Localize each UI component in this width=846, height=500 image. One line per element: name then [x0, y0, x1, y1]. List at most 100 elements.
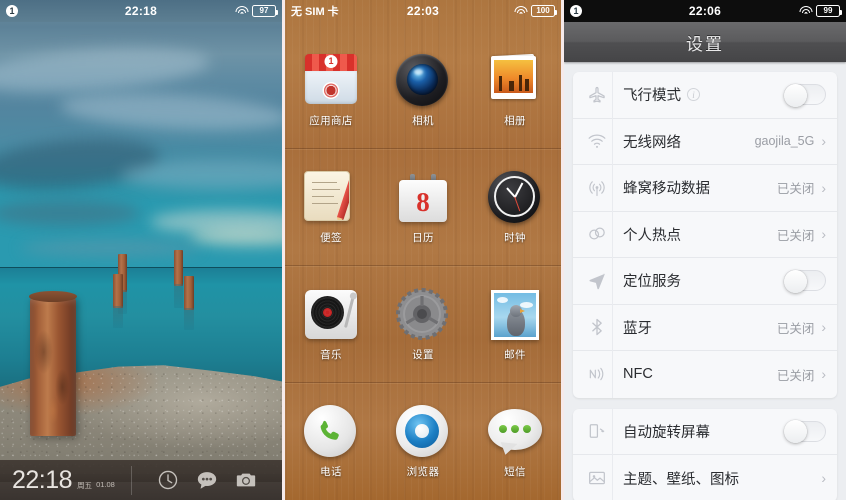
settings-row-label: 无线网络 — [623, 134, 681, 151]
app-label: 时钟 — [504, 231, 526, 244]
lockscreen-date-value: 01.08 — [96, 479, 115, 489]
calendar-icon: 8 — [399, 173, 447, 222]
settings-row-location-services[interactable]: 定位服务 — [573, 257, 837, 305]
messages-icon[interactable] — [196, 469, 218, 491]
bluetooth-icon — [582, 317, 612, 337]
battery-level: 99 — [823, 6, 833, 15]
lockscreen-panel: 1 22:18 97 22:18 周五 01.08 — [0, 0, 282, 500]
lockscreen-bottom-bar: 22:18 周五 01.08 — [0, 460, 282, 500]
wifi-icon — [514, 6, 527, 16]
wifi-icon — [235, 6, 248, 16]
settings-row-auto-rotate[interactable]: 自动旋转屏幕 — [573, 408, 837, 455]
app-label: 便签 — [320, 231, 342, 244]
sim-badge-icon: 1 — [570, 5, 582, 17]
app-icon-appstore[interactable]: 1 应用商店 — [285, 53, 377, 128]
location-icon — [582, 271, 612, 291]
app-icon-camera[interactable]: 相机 — [377, 53, 469, 128]
settings-row-personal-hotspot[interactable]: 个人热点 已关闭 › — [573, 211, 837, 258]
app-icon-music[interactable]: 音乐 — [285, 288, 377, 362]
lockscreen-clock-block: 22:18 周五 01.08 — [0, 465, 132, 495]
app-row: 便签 8 日历 时钟 — [285, 149, 561, 266]
clock-icon[interactable] — [157, 469, 179, 491]
settings-row-bluetooth[interactable]: 蓝牙 已关闭 › — [573, 304, 837, 351]
chevron-right-icon: › — [821, 133, 826, 150]
statusbar-time: 22:18 — [124, 4, 158, 18]
phone-icon — [304, 404, 356, 457]
app-icon-clock[interactable]: 时钟 — [469, 170, 561, 245]
cellular-icon — [582, 178, 612, 198]
auto-rotate-toggle[interactable] — [784, 420, 826, 444]
hotspot-icon — [582, 224, 612, 244]
app-row: 音乐 设置 邮件 — [285, 266, 561, 383]
settings-row-theme-wallpaper-icons[interactable]: 主题、壁纸、图标 › — [573, 455, 837, 500]
mail-icon — [491, 289, 539, 340]
app-label: 邮件 — [504, 348, 526, 361]
wifi-icon — [799, 6, 812, 16]
homescreen-panel: 无 SIM 卡 22:03 100 1 应用商店 相机 相册 便签 8 日历 时… — [282, 0, 564, 500]
app-label: 日历 — [412, 231, 434, 244]
settings-row-label: 个人热点 — [623, 227, 681, 244]
lockscreen-shortcuts — [132, 469, 282, 491]
settings-row-label: 主题、壁纸、图标 — [623, 471, 739, 488]
lockscreen-date: 周五 01.08 — [77, 480, 115, 491]
settings-list[interactable]: 飞行模式 i 无线网络 gaojila_5G › 蜂窝移动数据 已关闭 › 个人… — [564, 62, 846, 500]
settings-row-label: 蓝牙 — [623, 320, 652, 337]
app-label: 相机 — [412, 114, 434, 127]
settings-row-value: 已关闭 — [776, 321, 815, 336]
page-title: 设置 — [686, 34, 724, 54]
carrier-label: 无 SIM 卡 — [291, 6, 339, 18]
camera-icon[interactable] — [235, 469, 257, 491]
app-icon-mail[interactable]: 邮件 — [469, 288, 561, 362]
notes-icon — [304, 170, 350, 221]
app-icon-calendar[interactable]: 8 日历 — [377, 171, 469, 245]
settings-row-nfc[interactable]: NFC 已关闭 › — [573, 351, 837, 398]
label-text: 飞行模式 — [623, 88, 681, 105]
app-icon-photos[interactable]: 相册 — [469, 53, 561, 128]
rotate-screen-icon — [582, 421, 612, 441]
app-icon-sms[interactable]: 短信 — [469, 405, 561, 479]
location-services-toggle[interactable] — [784, 269, 826, 293]
calendar-day: 8 — [416, 186, 430, 217]
lockscreen-statusbar: 1 22:18 97 — [0, 0, 282, 22]
app-label: 电话 — [320, 465, 342, 478]
app-icon-browser[interactable]: 浏览器 — [377, 404, 469, 479]
settings-row-wifi[interactable]: 无线网络 gaojila_5G › — [573, 118, 837, 165]
browser-icon — [396, 404, 448, 457]
settings-row-value: gaojila_5G — [754, 134, 815, 149]
wifi-icon — [582, 131, 612, 151]
app-icon-phone[interactable]: 电话 — [285, 404, 377, 479]
sim-badge-icon: 1 — [6, 5, 18, 17]
app-label: 应用商店 — [309, 114, 353, 127]
wallpaper-icon — [582, 468, 612, 488]
app-label: 相册 — [504, 114, 526, 127]
photos-icon — [488, 53, 540, 102]
settings-row-value: 已关闭 — [776, 228, 815, 243]
app-store-icon: 1 — [304, 53, 358, 104]
settings-row-label: 定位服务 — [623, 274, 681, 291]
battery-level: 97 — [259, 6, 269, 15]
chevron-right-icon: › — [821, 319, 826, 336]
homescreen-statusbar: 无 SIM 卡 22:03 100 — [285, 0, 561, 22]
app-icon-settings[interactable]: 设置 — [377, 287, 469, 362]
app-row: 电话 浏览器 短信 — [285, 383, 561, 500]
lockscreen-clock: 22:18 — [12, 465, 73, 494]
app-row: 1 应用商店 相机 相册 — [285, 32, 561, 149]
airplane-mode-toggle[interactable] — [784, 83, 826, 107]
settings-group-display: 自动旋转屏幕 主题、壁纸、图标 › — [573, 408, 837, 500]
app-label: 设置 — [412, 348, 434, 361]
battery-level: 100 — [536, 6, 550, 15]
lockscreen-weekday: 周五 — [77, 480, 93, 490]
statusbar-time: 22:06 — [688, 4, 722, 18]
settings-panel: 1 22:06 99 设置 飞行模式 i 无线网络 gaojila_5G › 蜂… — [564, 0, 846, 500]
chevron-right-icon: › — [821, 470, 826, 487]
settings-row-label: NFC — [623, 366, 653, 383]
settings-row-airplane-mode[interactable]: 飞行模式 i — [573, 72, 837, 119]
settings-row-cellular-data[interactable]: 蜂窝移动数据 已关闭 › — [573, 164, 837, 212]
lockscreen-wallpaper — [0, 0, 282, 500]
battery-icon: 100 — [531, 5, 557, 17]
app-label: 音乐 — [320, 348, 342, 361]
clock-icon — [488, 170, 540, 223]
app-icon-notes[interactable]: 便签 — [285, 170, 377, 245]
settings-row-label: 飞行模式 i — [623, 84, 784, 105]
info-icon[interactable]: i — [687, 88, 700, 102]
